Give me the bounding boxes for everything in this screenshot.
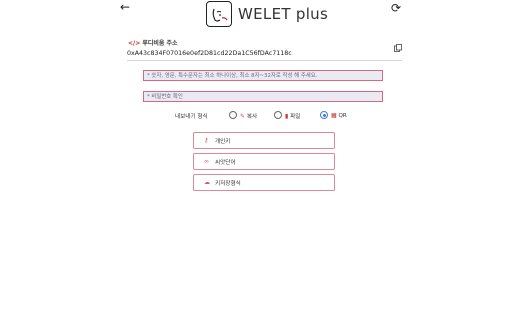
private-key-label: 개인키: [215, 139, 231, 145]
top-bar: ← WELET plus ⟳: [0, 0, 512, 32]
seed-phrase-label: 씨앗단어: [215, 160, 236, 166]
seed-phrase-button[interactable]: ∞ 씨앗단어: [193, 153, 335, 170]
radio-file[interactable]: [274, 111, 282, 119]
keystore-label: 키저장형식: [215, 181, 241, 187]
export-option-qr[interactable]: ▦ QR: [331, 112, 347, 119]
pencil-icon: ✎: [240, 113, 246, 120]
password-input[interactable]: * 숫자, 영문, 특수문자는 최소 하나이상, 최소 8자~32자로 작성 해…: [143, 70, 383, 81]
wallet-address: 0xA43c834F07016e0ef2D81cd22Da1C56fDAc711…: [127, 50, 292, 57]
file-icon: ▮: [285, 113, 289, 120]
seed-icon: ∞: [204, 158, 209, 165]
key-icon: ⚷: [204, 137, 209, 144]
wallet-address-label-text: 루디비움 주소: [142, 40, 178, 47]
password-confirm-input[interactable]: * 비밀번호 확인: [143, 91, 383, 102]
export-option-qr-label: QR: [338, 113, 347, 119]
logo-face-icon: [206, 1, 232, 27]
app-logo: WELET plus: [206, 1, 328, 27]
keystore-icon: ☁: [204, 179, 210, 186]
export-option-file[interactable]: ▮ 파일: [285, 112, 300, 120]
logo-text: WELET plus: [238, 5, 329, 23]
export-option-copy-label: 복사: [246, 114, 258, 120]
back-arrow-icon[interactable]: ←: [120, 0, 130, 14]
export-format-row: 내보내기 형식 ✎ 복사 ▮ 파일 ▦ QR: [175, 111, 375, 121]
wallet-address-label: </> 루디비움 주소: [128, 38, 178, 47]
address-divider: [127, 60, 402, 61]
export-option-file-label: 파일: [290, 114, 301, 120]
refresh-icon[interactable]: ⟳: [391, 1, 401, 15]
radio-qr[interactable]: [320, 111, 328, 119]
copy-icon[interactable]: [394, 44, 402, 52]
private-key-button[interactable]: ⚷ 개인키: [193, 132, 335, 149]
radio-copy[interactable]: [229, 111, 237, 119]
code-icon: </>: [128, 40, 141, 47]
qr-icon: ▦: [331, 112, 337, 119]
export-format-label: 내보내기 형식: [175, 114, 208, 120]
export-option-copy[interactable]: ✎ 복사: [240, 112, 257, 120]
keystore-button[interactable]: ☁ 키저장형식: [193, 174, 335, 191]
